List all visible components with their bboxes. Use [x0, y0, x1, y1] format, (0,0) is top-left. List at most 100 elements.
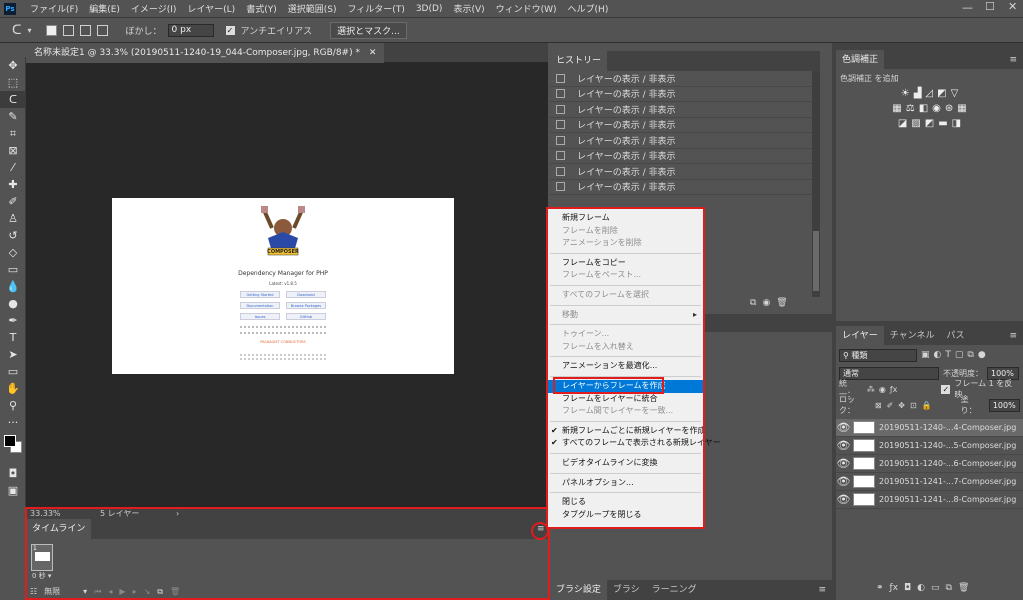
filter-shape-icon[interactable]: ▢: [955, 350, 964, 360]
history-item[interactable]: レイヤーの表示 / 非表示: [550, 164, 812, 180]
hue-saturation-icon[interactable]: ▦: [892, 103, 901, 114]
dodge-tool-icon[interactable]: ●: [0, 295, 26, 312]
quick-select-tool-icon[interactable]: ✎: [0, 108, 26, 125]
foreground-color-swatch[interactable]: [4, 435, 16, 447]
menu-layer[interactable]: レイヤー(L): [187, 2, 235, 15]
visibility-eye-icon[interactable]: 👁: [836, 421, 851, 434]
document-tab[interactable]: 名称未設定1 @ 33.3% (20190511-1240-19_044-Com…: [26, 43, 385, 63]
history-scroll-thumb[interactable]: [813, 231, 819, 291]
adjustments-menu-icon[interactable]: ≡: [1009, 55, 1017, 65]
menu-type[interactable]: 書式(Y): [246, 2, 277, 15]
snapshot-camera-icon[interactable]: ◉: [762, 298, 770, 308]
filter-smart-icon[interactable]: ⧉: [967, 350, 973, 360]
quick-mask-icon[interactable]: ◘: [0, 465, 26, 482]
move-tool-icon[interactable]: ✥: [0, 57, 26, 74]
shape-tool-icon[interactable]: ▭: [0, 363, 26, 380]
gradient-tool-icon[interactable]: ▭: [0, 261, 26, 278]
select-mask-button[interactable]: 選択とマスク...: [330, 22, 407, 39]
visibility-eye-icon[interactable]: 👁: [836, 493, 851, 506]
history-item[interactable]: レイヤーの表示 / 非表示: [550, 71, 812, 87]
curves-icon[interactable]: ◿: [925, 88, 933, 99]
maximize-icon[interactable]: ☐: [985, 0, 995, 13]
getting-started-link[interactable]: Getting Started: [240, 291, 280, 298]
layer-row[interactable]: 👁 20190511-1241-...8-Composer.jpg: [836, 491, 1023, 509]
history-item[interactable]: レイヤーの表示 / 非表示: [550, 118, 812, 133]
document-canvas[interactable]: COMPOSER Dependency Manager for PHP Late…: [112, 198, 454, 374]
more-tools-icon[interactable]: ···: [0, 414, 26, 431]
history-item[interactable]: レイヤーの表示 / 非表示: [550, 133, 812, 149]
type-tool-icon[interactable]: T: [0, 329, 26, 346]
github-link[interactable]: GitHub: [286, 313, 326, 320]
layer-style-icon[interactable]: ƒx: [890, 583, 899, 593]
filter-type-icon[interactable]: T: [945, 350, 951, 360]
eyedropper-tool-icon[interactable]: ⁄: [0, 159, 26, 176]
lasso-icon[interactable]: ᑕ: [12, 23, 22, 38]
photoshop-logo-icon[interactable]: Ps: [4, 2, 16, 15]
screen-mode-icon[interactable]: ▣: [0, 482, 26, 499]
eraser-tool-icon[interactable]: ◇: [0, 244, 26, 261]
layer-row[interactable]: 👁 20190511-1240-...6-Composer.jpg: [836, 455, 1023, 473]
color-lookup-icon[interactable]: ▦: [957, 103, 966, 114]
layer-name[interactable]: 20190511-1240-...5-Composer.jpg: [879, 441, 1016, 450]
vibrance-icon[interactable]: ▽: [951, 88, 959, 99]
menu-filter[interactable]: フィルター(T): [347, 2, 404, 15]
layer-name[interactable]: 20190511-1241-...7-Composer.jpg: [879, 477, 1016, 486]
new-group-icon[interactable]: ▭: [931, 583, 940, 593]
tab-brush[interactable]: ブラシ: [607, 580, 646, 600]
history-item[interactable]: レイヤーの表示 / 非表示: [550, 102, 812, 118]
photo-filter-icon[interactable]: ◉: [932, 103, 941, 114]
zoom-tool-icon[interactable]: ⚲: [0, 397, 26, 414]
filter-pixel-icon[interactable]: ▣: [921, 350, 930, 360]
marquee-tool-icon[interactable]: ⬚: [0, 74, 26, 91]
black-white-icon[interactable]: ◧: [919, 103, 928, 114]
threshold-icon[interactable]: ◩: [925, 118, 934, 129]
tab-brush-settings[interactable]: ブラシ設定: [550, 580, 607, 600]
unify-style-icon[interactable]: ƒx: [890, 385, 898, 394]
brush-panel-menu-icon[interactable]: ≡: [818, 585, 826, 595]
chevron-down-icon[interactable]: ▾: [28, 26, 32, 35]
visibility-eye-icon[interactable]: 👁: [836, 439, 851, 452]
delete-icon[interactable]: 🗑: [776, 298, 787, 308]
menu-window[interactable]: ウィンドウ(W): [496, 2, 557, 15]
menu-help[interactable]: ヘルプ(H): [568, 2, 609, 15]
crop-tool-icon[interactable]: ⌗: [0, 125, 26, 142]
exposure-icon[interactable]: ◩: [937, 88, 946, 99]
tab-close-icon[interactable]: ✕: [369, 48, 377, 58]
lock-image-icon[interactable]: ✐: [887, 401, 894, 410]
new-document-icon[interactable]: ⧉: [750, 298, 756, 308]
tab-learning[interactable]: ラーニング: [646, 580, 703, 600]
layer-name[interactable]: 20190511-1240-...6-Composer.jpg: [879, 459, 1016, 468]
lock-all-icon[interactable]: 🔒: [922, 401, 932, 410]
history-item[interactable]: レイヤーの表示 / 非表示: [550, 149, 812, 164]
download-link[interactable]: Download: [286, 291, 326, 298]
tab-adjustments[interactable]: 色調補正: [836, 50, 885, 70]
menu-3d[interactable]: 3D(D): [416, 4, 443, 14]
selective-color-icon[interactable]: ◨: [952, 118, 961, 129]
path-select-icon[interactable]: ➤: [0, 346, 26, 363]
propagate-checkbox[interactable]: ✓: [941, 384, 951, 394]
unify-visibility-icon[interactable]: ◉: [879, 385, 886, 394]
new-layer-icon[interactable]: ⧉: [946, 583, 952, 593]
add-mask-icon[interactable]: ◘: [904, 583, 911, 593]
history-scrollbar[interactable]: [812, 71, 820, 297]
filter-kind-select[interactable]: ⚲ 種類: [839, 348, 917, 362]
tab-layers[interactable]: レイヤー: [836, 326, 884, 346]
delete-layer-icon[interactable]: 🗑: [958, 583, 969, 593]
pen-tool-icon[interactable]: ✒: [0, 312, 26, 329]
lock-position-icon[interactable]: ✥: [898, 401, 905, 410]
brightness-icon[interactable]: ☀: [901, 88, 910, 99]
menu-edit[interactable]: 編集(E): [89, 2, 120, 15]
lock-transparent-icon[interactable]: ⊠: [875, 401, 882, 410]
color-balance-icon[interactable]: ⚖: [906, 103, 915, 114]
history-brush-icon[interactable]: ↺: [0, 227, 26, 244]
lock-artboard-icon[interactable]: ⊡: [910, 401, 917, 410]
layer-row[interactable]: 👁 20190511-1240-...4-Composer.jpg: [836, 419, 1023, 437]
menu-file[interactable]: ファイル(F): [30, 2, 78, 15]
layer-name[interactable]: 20190511-1240-...4-Composer.jpg: [879, 423, 1016, 432]
layer-name[interactable]: 20190511-1241-...8-Composer.jpg: [879, 495, 1016, 504]
link-layers-icon[interactable]: ⚭: [876, 583, 884, 593]
frame-tool-icon[interactable]: ⊠: [0, 142, 26, 159]
lasso-tool-icon[interactable]: ᑕ: [0, 91, 26, 108]
minimize-icon[interactable]: —: [962, 1, 973, 14]
menu-view[interactable]: 表示(V): [453, 2, 484, 15]
